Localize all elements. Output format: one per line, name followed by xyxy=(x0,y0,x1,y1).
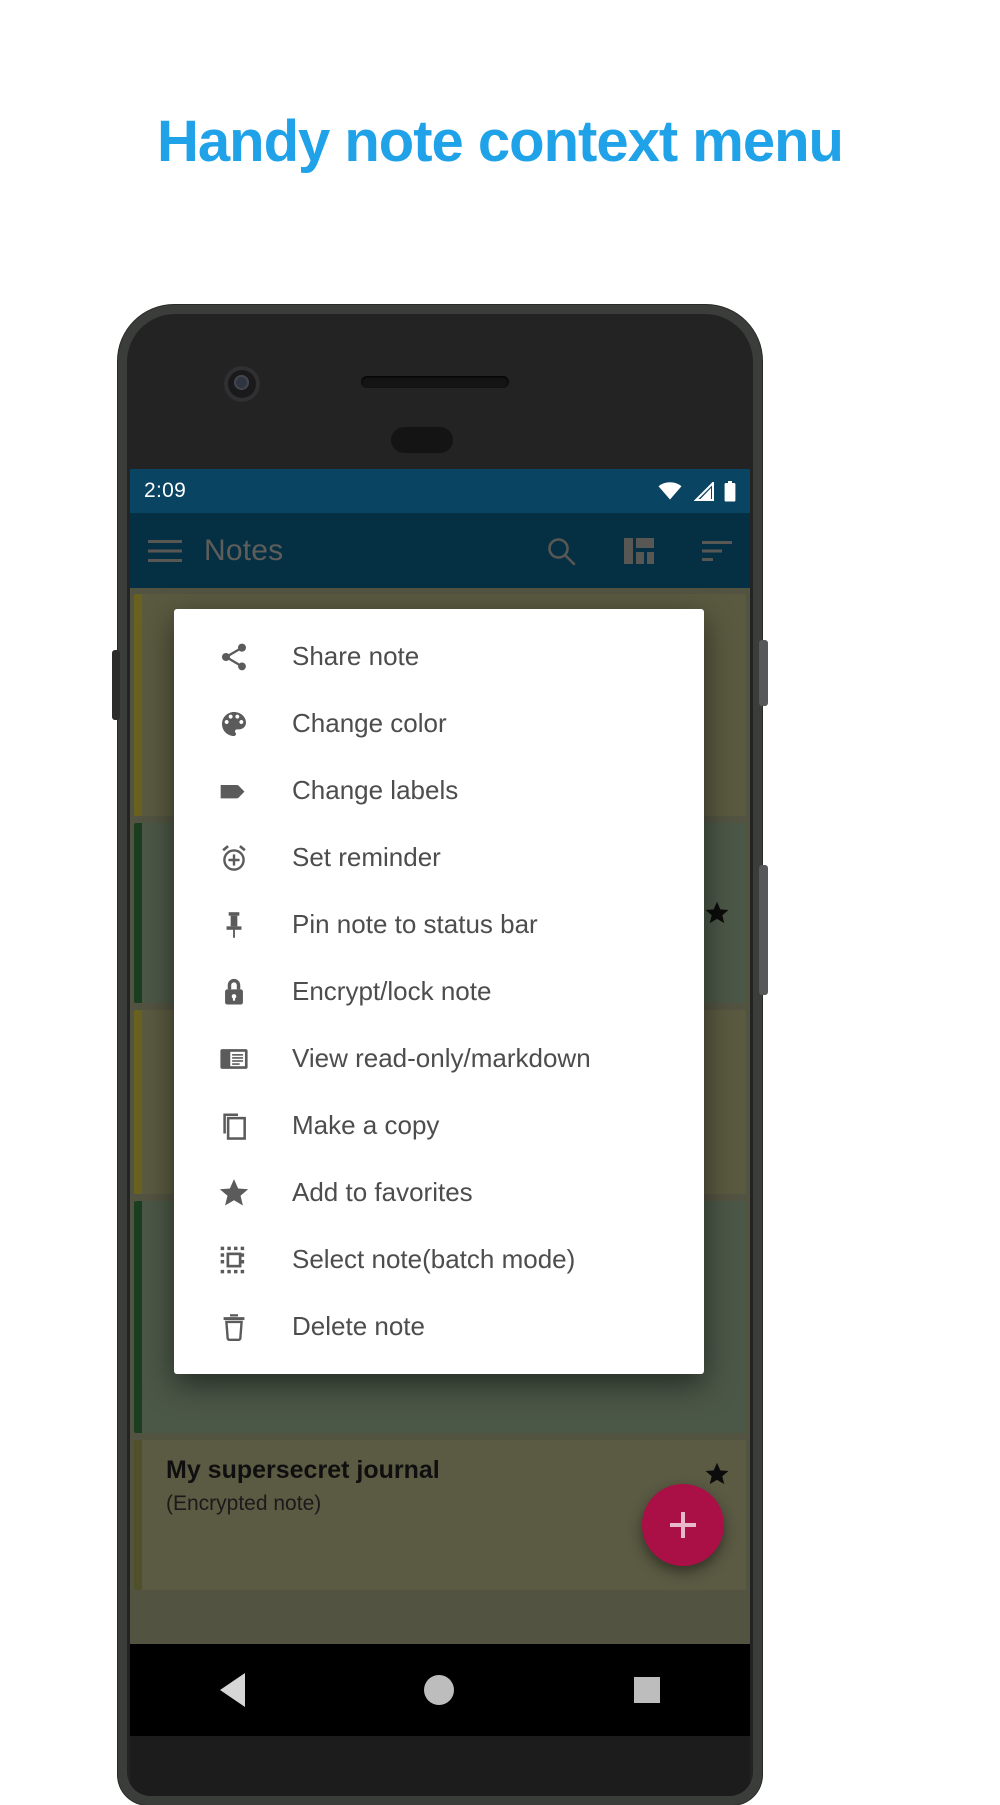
earpiece-speaker xyxy=(361,376,509,388)
app-screen: 2:09 Notes My supersecret journal (Encry… xyxy=(130,469,750,1644)
lock-icon xyxy=(216,974,252,1010)
note-accent-bar xyxy=(134,823,142,1003)
star-icon[interactable] xyxy=(704,900,730,926)
alarm-add-icon xyxy=(216,840,252,876)
menu-item-change-labels[interactable]: Change labels xyxy=(174,757,704,824)
status-bar-icons xyxy=(658,480,736,502)
android-nav-bar xyxy=(130,1644,750,1736)
menu-item-label: Pin note to status bar xyxy=(292,909,538,939)
note-accent-bar xyxy=(134,1440,142,1590)
page-title: Handy note context menu xyxy=(157,109,844,174)
phone-mockup: 2:09 Notes My supersecret journal (Encry… xyxy=(112,305,768,1805)
menu-item-label: View read-only/markdown xyxy=(292,1043,591,1073)
tag-icon xyxy=(216,773,252,809)
copy-icon xyxy=(216,1108,252,1144)
phone-power-button xyxy=(759,640,768,706)
phone-chin xyxy=(130,1736,750,1796)
palette-icon xyxy=(216,706,252,742)
menu-item-label: Change color xyxy=(292,708,447,738)
wifi-icon xyxy=(658,482,682,500)
menu-item-label: Add to favorites xyxy=(292,1177,473,1207)
menu-item-label: Encrypt/lock note xyxy=(292,976,492,1006)
menu-item-label: Change labels xyxy=(292,775,459,805)
battery-icon xyxy=(724,480,736,501)
menu-item-make-copy[interactable]: Make a copy xyxy=(174,1092,704,1159)
note-context-menu: Share note Change color Change labels Se… xyxy=(174,609,704,1374)
note-accent-bar xyxy=(134,1010,142,1194)
add-note-fab[interactable] xyxy=(642,1484,724,1566)
menu-item-add-favorites[interactable]: Add to favorites xyxy=(174,1159,704,1226)
menu-item-label: Select note(batch mode) xyxy=(292,1244,576,1274)
menu-item-change-color[interactable]: Change color xyxy=(174,690,704,757)
star-icon xyxy=(216,1175,252,1211)
front-camera-icon xyxy=(224,366,260,402)
menu-item-label: Set reminder xyxy=(292,842,441,872)
menu-item-view-readonly[interactable]: View read-only/markdown xyxy=(174,1025,704,1092)
home-circle-icon[interactable] xyxy=(424,1675,455,1705)
star-icon[interactable] xyxy=(704,1461,730,1487)
recents-square-icon[interactable] xyxy=(634,1677,661,1703)
status-bar: 2:09 xyxy=(130,469,750,513)
grid-view-icon[interactable] xyxy=(624,537,654,564)
menu-item-label: Delete note xyxy=(292,1311,425,1341)
note-title: My supersecret journal xyxy=(166,1456,440,1484)
toolbar-title: Notes xyxy=(204,533,284,567)
trash-icon xyxy=(216,1309,252,1345)
menu-item-label: Make a copy xyxy=(292,1110,440,1140)
status-bar-clock: 2:09 xyxy=(144,479,187,502)
pushpin-icon xyxy=(216,907,252,943)
back-triangle-icon[interactable] xyxy=(219,1673,245,1707)
reader-icon xyxy=(216,1041,252,1077)
menu-item-set-reminder[interactable]: Set reminder xyxy=(174,824,704,891)
hamburger-menu-icon[interactable] xyxy=(148,539,182,563)
cell-signal-icon xyxy=(693,481,714,501)
app-toolbar: Notes xyxy=(130,513,750,588)
phone-left-button xyxy=(112,650,120,720)
menu-item-delete-note[interactable]: Delete note xyxy=(174,1293,704,1360)
toolbar-actions xyxy=(546,536,732,566)
phone-volume-button xyxy=(759,865,768,995)
sort-icon[interactable] xyxy=(702,540,732,562)
menu-item-select-batch[interactable]: Select note(batch mode) xyxy=(174,1226,704,1293)
share-icon xyxy=(216,639,252,675)
select-all-icon xyxy=(216,1242,252,1278)
phone-screen-bezel: 2:09 Notes My supersecret journal (Encry… xyxy=(127,314,753,1796)
menu-item-pin-note[interactable]: Pin note to status bar xyxy=(174,891,704,958)
note-accent-bar xyxy=(134,1201,142,1433)
menu-item-encrypt-lock[interactable]: Encrypt/lock note xyxy=(174,958,704,1025)
note-body: (Encrypted note) xyxy=(166,1492,322,1515)
menu-item-label: Share note xyxy=(292,641,420,671)
search-icon[interactable] xyxy=(546,536,576,566)
menu-item-share-note[interactable]: Share note xyxy=(174,623,704,690)
sensor-module xyxy=(391,427,453,453)
plus-icon xyxy=(670,1512,696,1538)
note-accent-bar xyxy=(134,594,142,816)
